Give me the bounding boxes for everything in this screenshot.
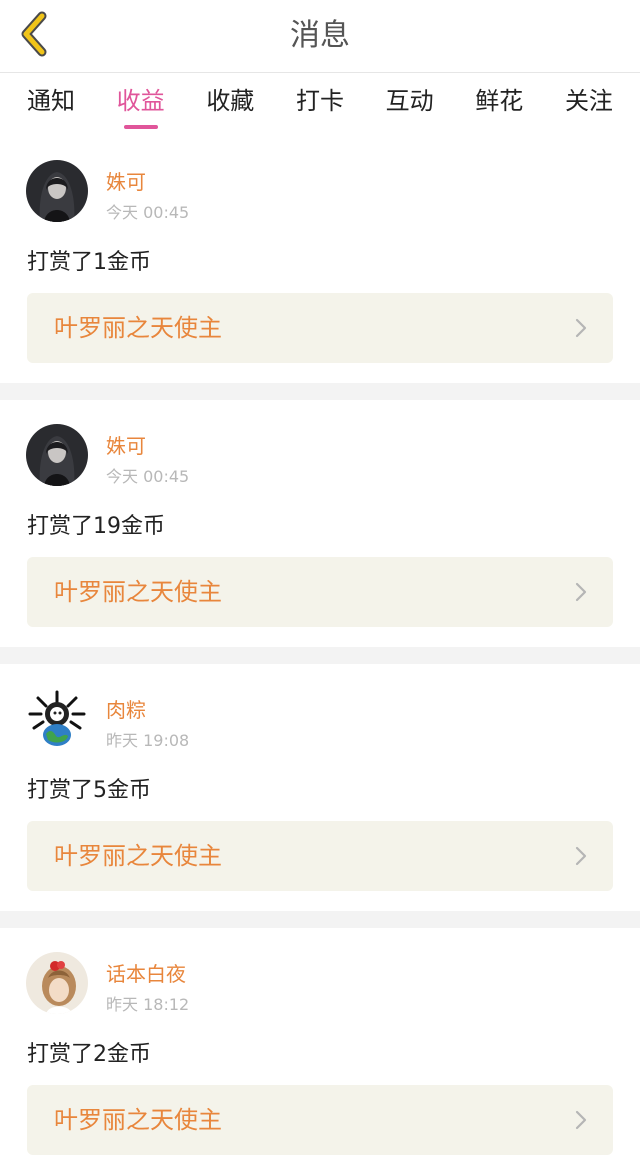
dark-portrait-avatar-icon — [26, 160, 88, 222]
divider — [0, 647, 640, 664]
work-title: 叶罗丽之天使主 — [54, 1106, 222, 1134]
work-title: 叶罗丽之天使主 — [54, 842, 222, 870]
timestamp: 今天 00:45 — [106, 203, 190, 222]
username[interactable]: 肉粽 — [106, 694, 146, 723]
chevron-right-icon — [575, 846, 587, 866]
chevron-right-icon — [575, 318, 587, 338]
work-link[interactable]: 叶罗丽之天使主 — [27, 1085, 613, 1155]
avatar[interactable] — [26, 952, 88, 1014]
anime-girl-avatar-icon — [26, 952, 88, 1014]
tab-following[interactable]: 关注 — [563, 73, 615, 135]
avatar[interactable] — [26, 160, 88, 222]
list-item: 姝可 今天 00:45 打赏了19金币 叶罗丽之天使主 — [0, 400, 640, 647]
timestamp: 今天 00:45 — [106, 467, 190, 486]
work-link[interactable]: 叶罗丽之天使主 — [27, 821, 613, 891]
reward-message: 打赏了2金币 — [27, 1042, 151, 1067]
tab-bar: 通知 收益 收藏 打卡 互动 鲜花 关注 — [0, 73, 640, 135]
work-title: 叶罗丽之天使主 — [54, 578, 222, 606]
list-item: 话本白夜 昨天 18:12 打赏了2金币 叶罗丽之天使主 — [0, 928, 640, 1174]
reward-message: 打赏了19金币 — [27, 514, 165, 539]
username[interactable]: 话本白夜 — [106, 958, 186, 987]
messages-screen: 消息 通知 收益 收藏 打卡 互动 鲜花 关注 姝可 今天 00:45 打赏了1… — [0, 0, 640, 1174]
reward-message: 打赏了5金币 — [27, 778, 151, 803]
cartoon-globe-avatar-icon — [26, 688, 88, 750]
tab-earnings[interactable]: 收益 — [115, 73, 167, 135]
earnings-feed: 姝可 今天 00:45 打赏了1金币 叶罗丽之天使主 姝可 今天 00:45 打… — [0, 136, 640, 1174]
chevron-right-icon — [575, 1110, 587, 1130]
work-link[interactable]: 叶罗丽之天使主 — [27, 557, 613, 627]
tab-checkin[interactable]: 打卡 — [294, 73, 346, 135]
list-item: 肉粽 昨天 19:08 打赏了5金币 叶罗丽之天使主 — [0, 664, 640, 911]
avatar[interactable] — [26, 424, 88, 486]
page-title: 消息 — [290, 18, 350, 53]
work-link[interactable]: 叶罗丽之天使主 — [27, 293, 613, 363]
dark-portrait-avatar-icon — [26, 424, 88, 486]
list-item: 姝可 今天 00:45 打赏了1金币 叶罗丽之天使主 — [0, 136, 640, 383]
tab-favorites[interactable]: 收藏 — [204, 73, 256, 135]
avatar[interactable] — [26, 688, 88, 750]
chevron-right-icon — [575, 582, 587, 602]
tab-flowers[interactable]: 鲜花 — [473, 73, 525, 135]
divider — [0, 911, 640, 928]
divider — [0, 383, 640, 400]
reward-message: 打赏了1金币 — [27, 250, 151, 275]
username[interactable]: 姝可 — [106, 166, 146, 195]
username[interactable]: 姝可 — [106, 430, 146, 459]
top-bar: 消息 — [0, 0, 640, 73]
work-title: 叶罗丽之天使主 — [54, 314, 222, 342]
timestamp: 昨天 18:12 — [106, 995, 190, 1014]
tab-notifications[interactable]: 通知 — [25, 73, 77, 135]
tab-interactions[interactable]: 互动 — [384, 73, 436, 135]
timestamp: 昨天 19:08 — [106, 731, 190, 750]
